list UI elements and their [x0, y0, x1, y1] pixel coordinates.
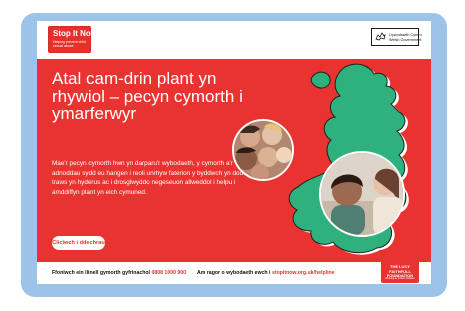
helpline-number[interactable]: 0808 1000 900	[151, 270, 186, 276]
welsh-government-welsh-name: Llywodraeth Cymru	[389, 33, 422, 37]
hero-section: Atal cam-drin plant yn rhywiol – pecyn c…	[37, 59, 431, 262]
website-link[interactable]: stopitnow.org.uk/helpline	[272, 270, 335, 276]
more-info-label: Am ragor o wybodaeth ewch i	[196, 270, 271, 276]
footer-bar: Ffoniwch ein llinell gymorth gyfrinachol…	[37, 262, 431, 284]
lucy-faithfull-foundation-logo: THE LUCY FAITHFULL FOUNDATION Working to…	[381, 262, 419, 283]
toolkit-banner: Stop It Now! Helping prevent child sexua…	[37, 21, 431, 284]
helpline-label: Ffoniwch ein llinell gymorth gyfrinachol	[52, 270, 150, 276]
child-talking-photo	[319, 151, 405, 237]
stop-it-now-logo-tagline: Helping prevent child sexual abuse	[53, 40, 86, 48]
footer-contact-line: Ffoniwch ein llinell gymorth gyfrinachol…	[52, 270, 335, 276]
group-photo-image	[234, 121, 292, 179]
toolkit-description: Mae'r pecyn cymorth hwn yn darparu'r wyb…	[52, 160, 260, 196]
toolkit-title: Atal cam-drin plant yn rhywiol – pecyn c…	[52, 69, 243, 123]
group-of-children-photo	[232, 119, 294, 181]
stop-it-now-logo-title: Stop It Now!	[53, 29, 100, 38]
welsh-government-logo: Llywodraeth Cymru Welsh Government	[371, 28, 422, 46]
child-photo-image	[321, 153, 403, 235]
stop-it-now-logo[interactable]: Stop It Now! Helping prevent child sexua…	[48, 26, 100, 53]
welsh-government-english-name: Welsh Government	[389, 38, 422, 42]
start-button[interactable]: Cliciwch i ddechrau	[52, 236, 105, 250]
dragon-icon	[375, 32, 386, 41]
top-bar: Stop It Now! Helping prevent child sexua…	[37, 21, 431, 59]
lff-logo-tagline: Working to protect children	[385, 277, 415, 280]
